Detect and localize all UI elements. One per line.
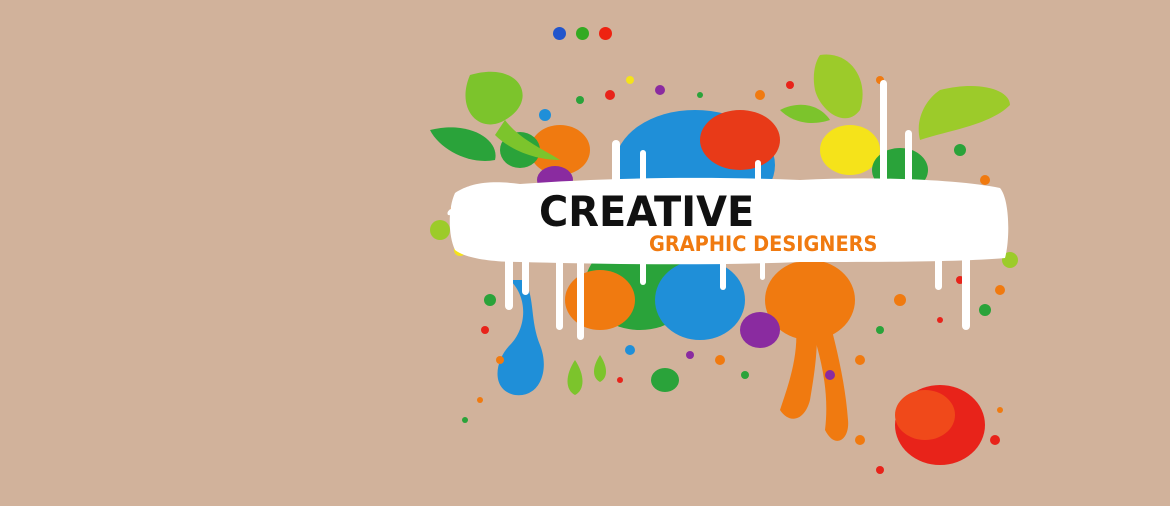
hero-banner: CREATIVE GRAPHIC DESIGNERS [0, 0, 1170, 506]
logo-title: CREATIVE [539, 187, 755, 236]
paint-splash-logo-graphic [430, 54, 1018, 474]
logo-subtitle: GRAPHIC DESIGNERS [649, 232, 878, 256]
